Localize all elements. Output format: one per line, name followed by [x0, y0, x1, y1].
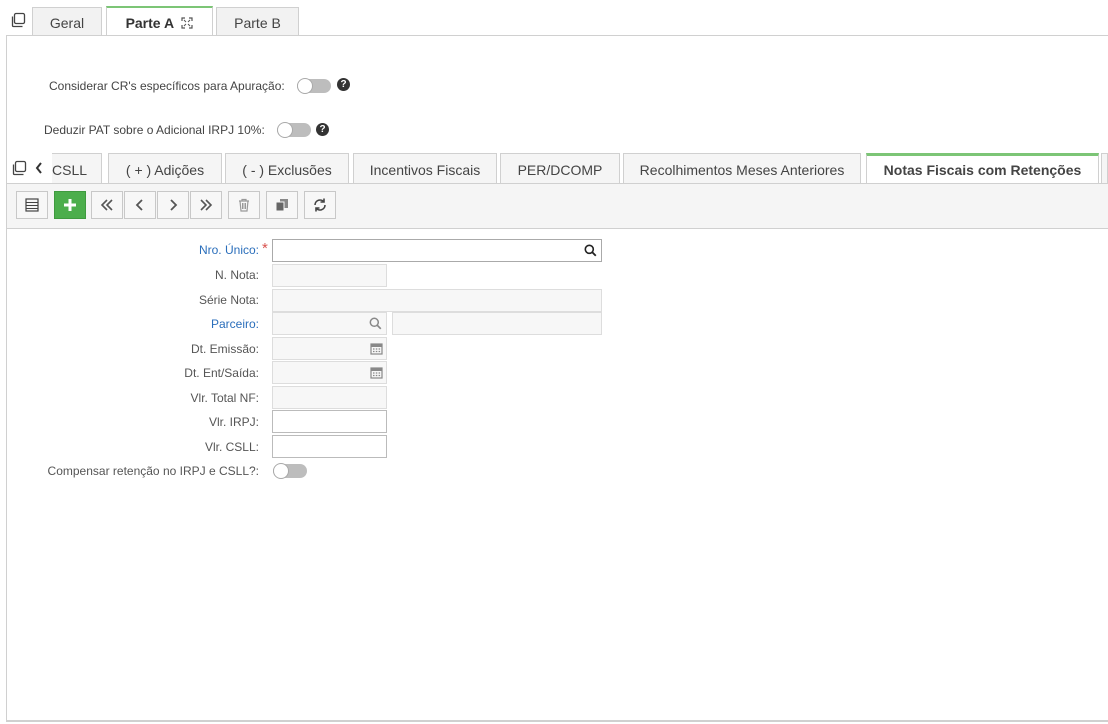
chevron-right-icon	[170, 199, 178, 211]
vlr-csll-label: Vlr. CSLL:	[204, 440, 259, 454]
trash-icon	[239, 198, 249, 212]
tabs-divider	[6, 35, 1108, 36]
parceiro-label: Parceiro:	[210, 317, 259, 331]
last-record-button[interactable]	[190, 191, 222, 219]
n-nota-label: N. Nota:	[214, 268, 259, 282]
tab-geral[interactable]: Geral	[32, 7, 102, 35]
tab-parte-a-label: Parte A	[125, 15, 174, 31]
calendar-icon[interactable]	[369, 341, 383, 355]
subtab-recolhimentos[interactable]: Recolhimentos Meses Anteriores	[623, 153, 861, 183]
n-nota-field[interactable]	[272, 264, 387, 287]
tab-parte-a[interactable]: Parte A	[106, 6, 213, 35]
dt-ent-saida-label: Dt. Ent/Saída:	[184, 366, 259, 380]
serie-nota-field[interactable]	[272, 289, 602, 312]
subtab-perdcomp-label: PER/DCOMP	[517, 162, 603, 178]
serie-nota-label: Série Nota:	[198, 293, 259, 307]
compensar-label: Compensar retenção no IRPJ e CSLL?:	[47, 464, 259, 478]
previous-record-button[interactable]	[124, 191, 156, 219]
plus-icon	[64, 199, 76, 211]
subtab-exclusoes-label: ( - ) Exclusões	[242, 162, 332, 178]
subtab-adicoes[interactable]: ( + ) Adições	[108, 153, 222, 183]
subtab-perdcomp[interactable]: PER/DCOMP	[500, 153, 620, 183]
subtab-csll-label: CSLL	[52, 162, 88, 178]
copy-icon[interactable]	[11, 160, 27, 181]
grid-view-button[interactable]	[16, 191, 48, 219]
help-icon[interactable]: ?	[316, 123, 329, 136]
subtab-csll[interactable]: CSLL	[52, 153, 102, 183]
search-icon[interactable]	[583, 243, 597, 257]
refresh-icon	[314, 198, 326, 212]
add-button[interactable]	[54, 191, 86, 219]
subtab-notas-fiscais[interactable]: Notas Fiscais com Retenções	[866, 153, 1099, 183]
chevron-left-icon[interactable]	[34, 160, 44, 181]
search-icon[interactable]	[368, 316, 382, 330]
copy-icon[interactable]	[10, 12, 26, 28]
deduzir-label: Deduzir PAT sobre o Adicional IRPJ 10%:	[44, 123, 265, 137]
table-icon	[25, 198, 39, 212]
panel-border	[6, 35, 7, 722]
deduzir-toggle[interactable]	[277, 122, 311, 138]
subtab-adicoes-label: ( + ) Adições	[125, 162, 205, 178]
double-chevron-left-icon	[100, 199, 113, 211]
considerar-toggle[interactable]	[297, 78, 331, 94]
required-marker: *	[262, 240, 268, 257]
calendar-icon[interactable]	[369, 365, 383, 379]
compensar-toggle[interactable]	[273, 463, 307, 479]
tab-parte-b-label: Parte B	[234, 15, 281, 31]
considerar-label: Considerar CR's específicos para Apuraçã…	[49, 79, 285, 93]
subtab-notas-fiscais-label: Notas Fiscais com Retenções	[883, 162, 1082, 178]
chevron-left-icon	[135, 199, 143, 211]
copy-icon	[275, 199, 288, 212]
next-record-button[interactable]	[157, 191, 189, 219]
dt-emissao-label: Dt. Emissão:	[190, 342, 259, 356]
help-icon[interactable]: ?	[337, 78, 350, 91]
parceiro-name-field[interactable]	[392, 312, 602, 335]
subtab-exclusoes[interactable]: ( - ) Exclusões	[225, 153, 349, 183]
panel-border-bottom	[6, 720, 1108, 722]
subtab-incentivos[interactable]: Incentivos Fiscais	[353, 153, 497, 183]
delete-button[interactable]	[228, 191, 260, 219]
subtab-next[interactable]	[1101, 153, 1108, 183]
vlr-irpj-label: Vlr. IRPJ:	[208, 415, 259, 429]
vlr-irpj-field[interactable]	[272, 410, 387, 433]
duplicate-button[interactable]	[266, 191, 298, 219]
subtab-recolhimentos-label: Recolhimentos Meses Anteriores	[639, 162, 845, 178]
double-chevron-right-icon	[200, 199, 213, 211]
subtab-incentivos-label: Incentivos Fiscais	[369, 162, 481, 178]
refresh-button[interactable]	[304, 191, 336, 219]
vlr-total-nf-field[interactable]	[272, 386, 387, 409]
tab-parte-b[interactable]: Parte B	[216, 7, 299, 35]
vlr-csll-field[interactable]	[272, 435, 387, 458]
first-record-button[interactable]	[91, 191, 123, 219]
vlr-total-nf-label: Vlr. Total NF:	[190, 391, 259, 405]
tab-geral-label: Geral	[49, 15, 85, 31]
nro-unico-field[interactable]	[272, 239, 602, 262]
nro-unico-label: Nro. Único:	[198, 243, 259, 257]
